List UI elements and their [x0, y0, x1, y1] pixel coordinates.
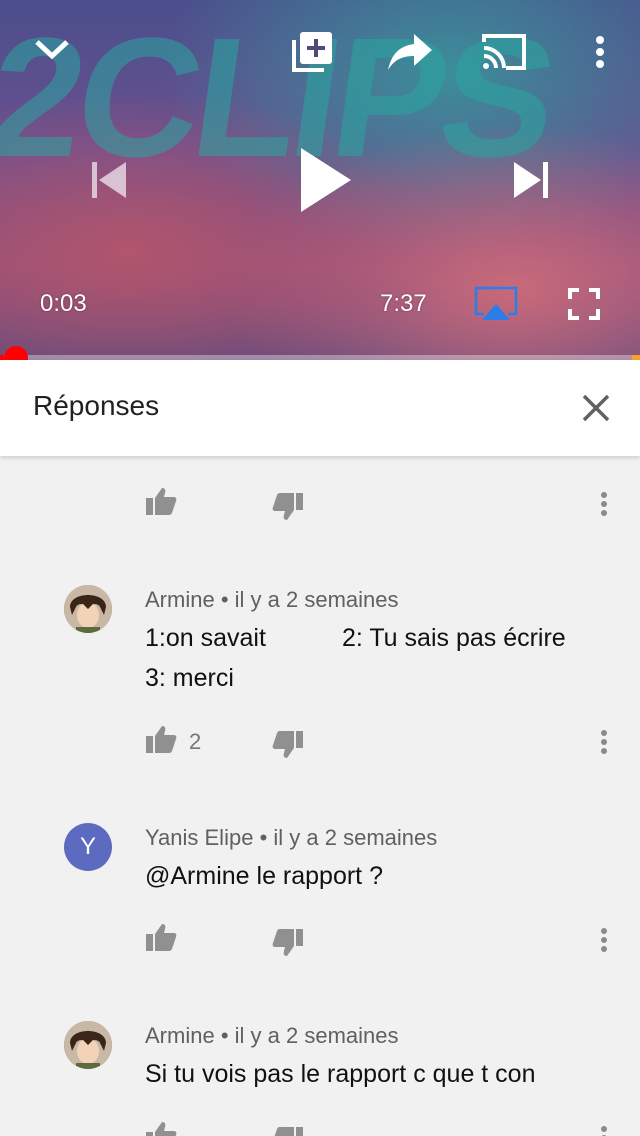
thumb-down-icon: [272, 492, 304, 527]
comment-author[interactable]: Yanis Elipe: [145, 825, 253, 850]
comment-time: il y a 2 semaines: [234, 587, 399, 612]
avatar-image: [64, 1021, 112, 1069]
comment-text-line: 2: Tu sais pas écrire: [342, 624, 566, 652]
avatar-image: [64, 585, 112, 633]
comment-text-line: 3: merci: [145, 664, 234, 692]
thumb-down-icon: [272, 1126, 304, 1136]
airplay-icon[interactable]: [470, 282, 522, 326]
skip-previous-icon[interactable]: [84, 154, 132, 206]
meta-separator: •: [259, 825, 268, 850]
comment-more-icon[interactable]: [592, 920, 616, 960]
replies-title: Réponses: [33, 390, 160, 421]
share-icon[interactable]: [384, 28, 436, 76]
like-button[interactable]: [145, 922, 189, 957]
thumb-up-icon: [145, 1120, 177, 1136]
avatar[interactable]: [64, 1021, 112, 1069]
comment-text-line: Si tu vois pas le rapport c que t con: [145, 1060, 536, 1088]
avatar[interactable]: Y: [64, 823, 112, 871]
thumb-up-icon: [145, 922, 177, 957]
comment-author[interactable]: Armine: [145, 587, 215, 612]
cast-icon[interactable]: [478, 28, 530, 76]
like-button[interactable]: [145, 486, 189, 521]
thumb-up-icon: [145, 486, 177, 521]
fullscreen-icon[interactable]: [564, 284, 604, 324]
close-icon[interactable]: [576, 388, 616, 428]
comment-time: il y a 2 semaines: [234, 1023, 399, 1048]
like-button[interactable]: [145, 1120, 189, 1136]
dislike-button[interactable]: [272, 730, 304, 765]
dislike-button[interactable]: [272, 1126, 304, 1136]
like-count: 2: [189, 728, 202, 754]
comment-text-line: @Armine le rapport ?: [145, 862, 383, 890]
comment-text-line: 1:on savait: [145, 624, 266, 652]
meta-separator: •: [220, 1023, 229, 1048]
meta-separator: •: [220, 587, 229, 612]
current-time: 0:03: [40, 290, 87, 317]
comment-time: il y a 2 semaines: [273, 825, 438, 850]
play-icon[interactable]: [290, 140, 360, 220]
comment-meta: Armine • il y a 2 semaines: [145, 587, 399, 613]
comment-author[interactable]: Armine: [145, 1023, 215, 1048]
avatar[interactable]: [64, 585, 112, 633]
comment-meta: Armine • il y a 2 semaines: [145, 1023, 399, 1049]
playlist-add-icon[interactable]: [288, 28, 336, 76]
avatar-letter: Y: [79, 833, 96, 860]
replies-list[interactable]: Armine • il y a 2 semaines 1:on savait 2…: [0, 456, 640, 1136]
chevron-down-icon[interactable]: [28, 28, 76, 72]
more-vert-icon[interactable]: [584, 30, 616, 74]
comment-more-icon[interactable]: [592, 484, 616, 524]
comment-more-icon[interactable]: [592, 1118, 616, 1136]
comment-meta: Yanis Elipe • il y a 2 semaines: [145, 825, 437, 851]
dislike-button[interactable]: [272, 492, 304, 527]
thumb-down-icon: [272, 730, 304, 765]
dislike-button[interactable]: [272, 928, 304, 963]
skip-next-icon[interactable]: [508, 154, 556, 206]
thumb-down-icon: [272, 928, 304, 963]
comment-more-icon[interactable]: [592, 722, 616, 762]
like-button[interactable]: 2: [145, 724, 201, 759]
duration: 7:37: [380, 290, 427, 317]
thumb-up-icon: [145, 724, 177, 759]
replies-header: Réponses: [0, 360, 640, 456]
video-player[interactable]: 2CLIPS 0:03 7:37: [0, 0, 640, 360]
